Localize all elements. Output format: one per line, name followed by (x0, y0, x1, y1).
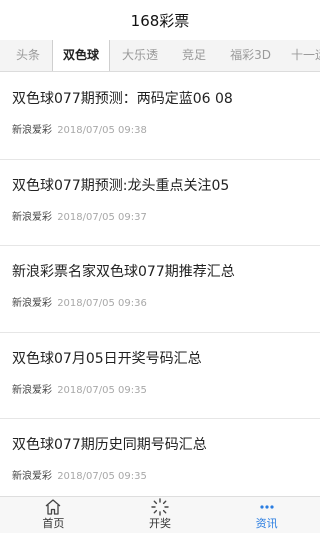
tabbar-label: 首页 (42, 517, 65, 530)
article-title: 双色球077期预测:龙头重点关注05 (12, 177, 230, 194)
article-time: 2018/07/05 09:36 (57, 298, 147, 309)
more-dots-icon (260, 505, 274, 509)
tab-daletou[interactable]: 大乐透 (110, 40, 170, 71)
article-meta: 新浪爱彩 2018/07/05 09:36 (12, 297, 308, 311)
tabbar-news[interactable]: 资讯 (213, 497, 320, 533)
home-icon (45, 499, 61, 515)
bottom-tabbar: 首页 开奖 资讯 (0, 496, 320, 533)
tabbar-home[interactable]: 首页 (0, 497, 107, 533)
tab-toutiao[interactable]: 头条 (0, 40, 52, 71)
list-item[interactable]: 双色球077期预测:龙头重点关注05 新浪爱彩 2018/07/05 09:37 (0, 160, 320, 246)
article-title: 双色球077期预测：两码定蓝06 08 (12, 91, 233, 107)
tabbar-label: 开奖 (149, 517, 171, 530)
article-meta: 新浪爱彩 2018/07/05 09:37 (12, 211, 308, 225)
article-source: 新浪爱彩 (12, 298, 52, 309)
article-title: 新浪彩票名家双色球077期推荐汇总 (12, 264, 235, 280)
article-meta: 新浪爱彩 2018/07/05 09:38 (12, 124, 308, 138)
article-meta: 新浪爱彩 2018/07/05 09:35 (12, 470, 308, 484)
article-list: 双色球077期预测：两码定蓝06 08 新浪爱彩 2018/07/05 09:3… (0, 73, 320, 496)
tabbar-lottery-results[interactable]: 开奖 (107, 497, 214, 533)
article-time: 2018/07/05 09:38 (57, 125, 147, 136)
tab-shuangseqiu[interactable]: 双色球 (52, 40, 111, 71)
article-source: 新浪爱彩 (12, 125, 52, 136)
list-item[interactable]: 双色球07月05日开奖号码汇总 新浪爱彩 2018/07/05 09:35 (0, 333, 320, 419)
tabbar-label: 资讯 (255, 517, 278, 530)
loading-spinner-icon (151, 498, 169, 516)
list-item[interactable]: 双色球077期历史同期号码汇总 新浪爱彩 2018/07/05 09:35 (0, 419, 320, 496)
article-source: 新浪爱彩 (12, 384, 52, 396)
category-tabs: 头条双色球大乐透竞足福彩3D十一运 (0, 40, 320, 72)
list-item[interactable]: 新浪彩票名家双色球077期推荐汇总 新浪爱彩 2018/07/05 09:36 (0, 246, 320, 333)
app-title: 168彩票 (130, 11, 190, 30)
article-time: 2018/07/05 09:35 (57, 384, 147, 396)
article-title: 双色球077期历史同期号码汇总 (12, 437, 207, 453)
article-title: 双色球07月05日开奖号码汇总 (12, 350, 202, 367)
tab-fucai3d[interactable]: 福彩3D (218, 40, 283, 71)
article-time: 2018/07/05 09:37 (57, 211, 147, 223)
app-header: 168彩票 (0, 0, 320, 40)
tab-shiyiyun[interactable]: 十一运 (283, 40, 320, 71)
article-source: 新浪爱彩 (12, 211, 52, 223)
tab-jingzu[interactable]: 竞足 (170, 40, 218, 71)
article-time: 2018/07/05 09:35 (57, 471, 147, 482)
article-source: 新浪爱彩 (12, 471, 52, 482)
article-meta: 新浪爱彩 2018/07/05 09:35 (12, 384, 308, 398)
list-item[interactable]: 双色球077期预测：两码定蓝06 08 新浪爱彩 2018/07/05 09:3… (0, 73, 320, 160)
